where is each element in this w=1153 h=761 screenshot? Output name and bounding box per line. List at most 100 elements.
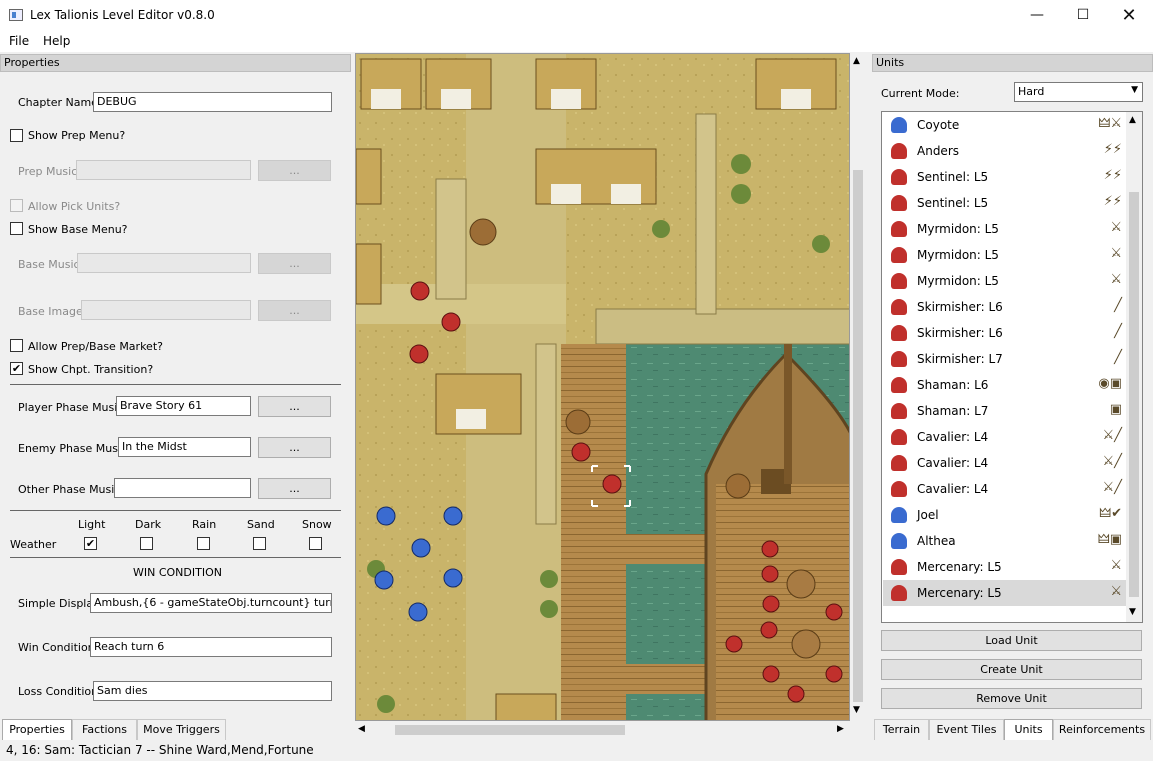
base-music-browse-button[interactable]: ... xyxy=(258,253,331,274)
status-bar: 4, 16: Sam: Tactician 7 -- Shine Ward,Me… xyxy=(6,743,314,757)
prep-music-label: Prep Music xyxy=(18,165,78,178)
unit-list-item[interactable]: Myrmidon: L5 ⚔ xyxy=(883,216,1126,242)
create-unit-button[interactable]: Create Unit xyxy=(881,659,1142,680)
unit-items-icon: ╱ xyxy=(1114,324,1122,339)
unit-sprite-icon xyxy=(891,117,907,133)
unit-list-item[interactable]: Sentinel: L5 ⚡⚡ xyxy=(883,164,1126,190)
base-image-label: Base Image xyxy=(18,305,83,318)
unit-name: Mercenary: L5 xyxy=(917,586,1002,600)
unit-list-item[interactable]: Coyote 🜲⚔ xyxy=(883,112,1126,138)
unit-sprite-icon xyxy=(891,143,907,159)
weather-rain-checkbox[interactable] xyxy=(197,537,210,550)
tab-properties[interactable]: Properties xyxy=(2,719,72,740)
unit-list-item[interactable]: Joel 🜲✔ xyxy=(883,502,1126,528)
unit-list-item[interactable]: Shaman: L6 ◉▣ xyxy=(883,372,1126,398)
unit-sprite-icon xyxy=(891,533,907,549)
unit-list-item[interactable]: Cavalier: L4 ⚔╱ xyxy=(883,424,1126,450)
unit-sprite-icon xyxy=(891,351,907,367)
other-music-input[interactable] xyxy=(114,478,251,498)
weather-label: Weather xyxy=(10,538,57,551)
unit-list-item[interactable]: Althea 🜲▣ xyxy=(883,528,1126,554)
properties-header: Properties xyxy=(0,54,351,72)
tab-move-triggers[interactable]: Move Triggers xyxy=(137,719,226,740)
unit-items-icon: ⚔ xyxy=(1110,246,1122,261)
unit-sprite-icon xyxy=(891,429,907,445)
other-music-browse-button[interactable]: ... xyxy=(258,478,331,499)
maximize-button[interactable]: ☐ xyxy=(1060,0,1106,31)
mode-select[interactable]: Hard ▼ xyxy=(1014,82,1143,102)
unit-items-icon: ⚡⚡ xyxy=(1103,168,1122,183)
allow-pick-checkbox[interactable] xyxy=(10,199,23,212)
level-map[interactable] xyxy=(355,53,850,721)
weather-snow-checkbox[interactable] xyxy=(309,537,322,550)
close-button[interactable]: ✕ xyxy=(1106,0,1152,31)
unit-list-item[interactable]: Skirmisher: L7 ╱ xyxy=(883,346,1126,372)
allow-market-checkbox[interactable] xyxy=(10,339,23,352)
unit-name: Cavalier: L4 xyxy=(917,456,989,470)
unit-sprite-icon xyxy=(891,325,907,341)
tab-reinforcements[interactable]: Reinforcements xyxy=(1053,719,1151,740)
unit-name: Shaman: L6 xyxy=(917,378,989,392)
enemy-music-input[interactable]: In the Midst xyxy=(118,437,251,457)
other-music-label: Other Phase Music xyxy=(18,483,121,496)
mode-value: Hard xyxy=(1018,85,1045,98)
simple-display-input[interactable]: Ambush,{6 - gameStateObj.turncount} turn… xyxy=(90,593,332,613)
weather-dark-checkbox[interactable] xyxy=(140,537,153,550)
minimize-button[interactable]: — xyxy=(1014,0,1060,31)
remove-unit-button[interactable]: Remove Unit xyxy=(881,688,1142,709)
unit-items-icon: ⚔ xyxy=(1110,584,1122,599)
app-icon xyxy=(9,9,23,21)
tab-factions[interactable]: Factions xyxy=(72,719,137,740)
unit-list-item[interactable]: Myrmidon: L5 ⚔ xyxy=(883,268,1126,294)
show-base-checkbox[interactable] xyxy=(10,222,23,235)
unit-name: Coyote xyxy=(917,118,960,132)
load-unit-button[interactable]: Load Unit xyxy=(881,630,1142,651)
simple-display-label: Simple Display xyxy=(18,597,100,610)
unit-list-item[interactable]: Skirmisher: L6 ╱ xyxy=(883,294,1126,320)
win-condition-input[interactable]: Reach turn 6 xyxy=(90,637,332,657)
unit-list-item[interactable]: Cavalier: L4 ⚔╱ xyxy=(883,476,1126,502)
unit-list-item[interactable]: Anders ⚡⚡ xyxy=(883,138,1126,164)
unit-list-item[interactable]: Cavalier: L4 ⚔╱ xyxy=(883,450,1126,476)
prep-music-browse-button[interactable]: ... xyxy=(258,160,331,181)
player-music-browse-button[interactable]: ... xyxy=(258,396,331,417)
chapter-name-input[interactable]: DEBUG xyxy=(93,92,332,112)
base-music-input[interactable] xyxy=(77,253,251,273)
loss-condition-input[interactable]: Sam dies xyxy=(93,681,332,701)
map-horizontal-scrollbar[interactable]: ◀ ▶ xyxy=(355,721,850,739)
base-image-browse-button[interactable]: ... xyxy=(258,300,331,321)
unit-sprite-icon xyxy=(891,585,907,601)
weather-sand-checkbox[interactable] xyxy=(253,537,266,550)
enemy-music-browse-button[interactable]: ... xyxy=(258,437,331,458)
unit-list-item[interactable]: Sentinel: L5 ⚡⚡ xyxy=(883,190,1126,216)
unit-list[interactable]: Coyote 🜲⚔ Anders ⚡⚡ Sentinel: L5 ⚡⚡ Sentinel: … xyxy=(881,111,1143,623)
prep-music-input[interactable] xyxy=(76,160,251,180)
unit-list-item[interactable]: Mercenary: L5 ⚔ xyxy=(883,554,1126,580)
unit-name: Anders xyxy=(917,144,959,158)
unit-list-item[interactable]: Mercenary: L5 ⚔ xyxy=(883,580,1126,606)
weather-light-checkbox[interactable]: ✔ xyxy=(84,537,97,550)
unit-name: Sentinel: L5 xyxy=(917,170,989,184)
tab-event-tiles[interactable]: Event Tiles xyxy=(929,719,1004,740)
allow-pick-label: Allow Pick Units? xyxy=(28,200,121,213)
show-prep-checkbox[interactable] xyxy=(10,129,23,142)
base-image-input[interactable] xyxy=(81,300,251,320)
player-music-input[interactable]: Brave Story 61 xyxy=(116,396,251,416)
unit-list-scrollbar[interactable]: ▲ ▼ xyxy=(1126,112,1142,622)
unit-items-icon: 🜲✔ xyxy=(1099,506,1122,521)
map-vertical-scrollbar[interactable]: ▲ ▼ xyxy=(850,53,866,721)
show-transition-label: Show Chpt. Transition? xyxy=(28,363,154,376)
unit-sprite-icon xyxy=(891,403,907,419)
tab-terrain[interactable]: Terrain xyxy=(874,719,929,740)
unit-list-item[interactable]: Shaman: L7 ▣ xyxy=(883,398,1126,424)
show-transition-checkbox[interactable]: ✔ xyxy=(10,362,23,375)
tab-units[interactable]: Units xyxy=(1004,719,1053,740)
unit-sprite-icon xyxy=(891,559,907,575)
menu-file[interactable]: File xyxy=(9,34,29,48)
unit-sprite-icon xyxy=(891,481,907,497)
unit-items-icon: ⚔ xyxy=(1110,272,1122,287)
player-music-label: Player Phase Music xyxy=(18,401,124,414)
menu-help[interactable]: Help xyxy=(43,34,70,48)
unit-list-item[interactable]: Myrmidon: L5 ⚔ xyxy=(883,242,1126,268)
unit-list-item[interactable]: Skirmisher: L6 ╱ xyxy=(883,320,1126,346)
